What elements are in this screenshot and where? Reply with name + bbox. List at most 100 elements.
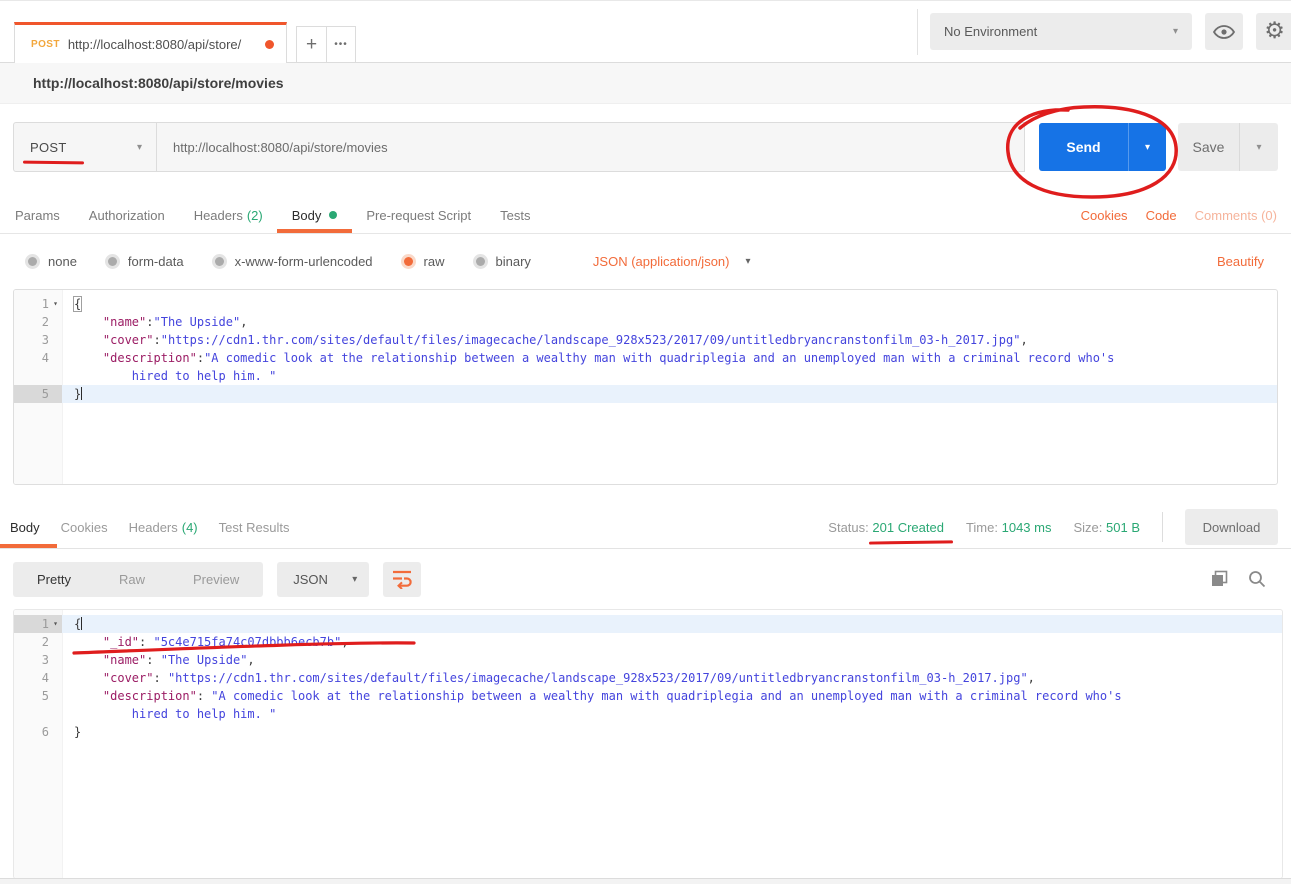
response-tab-headers[interactable]: Headers (4) — [129, 506, 198, 548]
gear-icon: ⚙ — [1264, 20, 1285, 43]
unsaved-indicator-dot — [265, 40, 274, 49]
copy-icon[interactable] — [1209, 569, 1229, 589]
tab-label: Headers — [194, 208, 243, 223]
tab-body[interactable]: Body — [292, 197, 338, 233]
line-number-gutter: 5 — [14, 385, 62, 403]
code-line[interactable]: 5 "description": "A comedic look at the … — [14, 687, 1282, 705]
view-raw[interactable]: Raw — [95, 572, 169, 587]
code-line[interactable]: 3 "cover":"https://cdn1.thr.com/sites/de… — [14, 331, 1277, 349]
content-type-selector[interactable]: JSON (application/json) ▾ — [593, 254, 751, 269]
beautify-link[interactable]: Beautify — [1217, 254, 1264, 269]
request-tab-active[interactable]: POST http://localhost:8080/api/store/ — [14, 22, 287, 63]
code-line[interactable]: 2 "_id": "5c4e715fa74c07dbbb6ecb7b", — [14, 633, 1282, 651]
line-number-gutter: 4 — [14, 669, 62, 687]
body-type-raw[interactable]: raw — [401, 254, 445, 269]
status-pair: Status: 201 Created — [828, 520, 944, 535]
tab-label: Cookies — [61, 520, 108, 535]
tab-authorization[interactable]: Authorization — [89, 197, 165, 233]
code-line[interactable]: 1▾{ — [14, 295, 1277, 313]
tab-pre-request-script[interactable]: Pre-request Script — [366, 197, 471, 233]
code-line[interactable]: 4 "cover": "https://cdn1.thr.com/sites/d… — [14, 669, 1282, 687]
response-code-area: 1▾{2 "_id": "5c4e715fa74c07dbbb6ecb7b",3… — [14, 610, 1282, 741]
line-number-gutter: 2 — [14, 313, 62, 331]
chevron-down-icon: ▾ — [745, 256, 750, 267]
chevron-down-icon: ▾ — [1256, 142, 1261, 153]
send-button[interactable]: Send — [1039, 123, 1128, 171]
tab-tests[interactable]: Tests — [500, 197, 530, 233]
tab-count: (4) — [182, 520, 198, 535]
response-view-toolbar: Pretty Raw Preview JSON ▾ — [0, 549, 1291, 609]
radio-label: raw — [424, 254, 445, 269]
response-format-selector[interactable]: JSON ▾ — [277, 562, 369, 597]
window-bottom-edge — [0, 878, 1291, 884]
ellipsis-icon: ••• — [334, 39, 348, 50]
tab-label: Pre-request Script — [366, 208, 471, 223]
environment-selector[interactable]: No Environment ▾ — [930, 13, 1192, 50]
view-pretty[interactable]: Pretty — [13, 572, 95, 587]
body-type-none[interactable]: none — [25, 254, 77, 269]
settings-button[interactable]: ⚙ — [1256, 13, 1291, 50]
line-number-gutter: 4 — [14, 349, 62, 367]
code-line[interactable]: 6} — [14, 723, 1282, 741]
code-line[interactable]: 4 "description":"A comedic look at the r… — [14, 349, 1277, 367]
body-type-binary[interactable]: binary — [473, 254, 531, 269]
tab-label: Headers — [129, 520, 178, 535]
save-button-group: Save ▾ — [1178, 123, 1278, 171]
environment-quick-look-button[interactable] — [1205, 13, 1243, 50]
wrap-text-icon — [391, 569, 413, 589]
new-tab-button[interactable]: + — [297, 27, 326, 62]
tab-count: (2) — [247, 208, 263, 223]
comments-link[interactable]: Comments (0) — [1195, 208, 1277, 223]
text-cursor — [81, 617, 82, 630]
tab-params[interactable]: Params — [15, 197, 60, 233]
code-link[interactable]: Code — [1146, 208, 1177, 223]
size-pair: Size: 501 B — [1073, 520, 1140, 535]
response-tab-cookies[interactable]: Cookies — [61, 506, 108, 548]
tab-label: Test Results — [219, 520, 290, 535]
time-value: 1043 ms — [1002, 520, 1052, 535]
radio-label: form-data — [128, 254, 184, 269]
radio-icon — [473, 254, 488, 269]
postman-app-window: POST http://localhost:8080/api/store/ + … — [0, 0, 1291, 884]
chevron-down-icon: ▾ — [352, 574, 357, 585]
request-title: http://localhost:8080/api/store/movies — [33, 75, 284, 91]
line-number-gutter — [14, 367, 62, 385]
fold-icon[interactable]: ▾ — [49, 295, 62, 313]
body-type-urlencoded[interactable]: x-www-form-urlencoded — [212, 254, 373, 269]
tab-actions: + ••• — [296, 26, 356, 63]
method-selector[interactable]: POST ▾ — [13, 122, 157, 172]
tab-options-button[interactable]: ••• — [326, 27, 355, 62]
response-body-editor[interactable]: 1▾{2 "_id": "5c4e715fa74c07dbbb6ecb7b",3… — [13, 609, 1283, 879]
send-options-button[interactable]: ▾ — [1128, 123, 1166, 171]
url-input[interactable] — [157, 140, 1024, 155]
code-line[interactable]: hired to help him. " — [14, 705, 1282, 723]
body-type-form-data[interactable]: form-data — [105, 254, 184, 269]
tab-label: Body — [292, 208, 322, 223]
cookies-link[interactable]: Cookies — [1081, 208, 1128, 223]
request-body-editor[interactable]: 1▾{2 "name":"The Upside",3 "cover":"http… — [13, 289, 1278, 485]
chevron-down-icon: ▾ — [1173, 26, 1178, 37]
code-line[interactable]: hired to help him. " — [14, 367, 1277, 385]
wrap-lines-button[interactable] — [383, 562, 421, 597]
radio-icon — [212, 254, 227, 269]
fold-icon[interactable]: ▾ — [49, 615, 62, 633]
save-options-button[interactable]: ▾ — [1239, 123, 1278, 171]
size-label: Size: — [1073, 520, 1102, 535]
view-preview[interactable]: Preview — [169, 572, 263, 587]
tab-label: Body — [10, 520, 40, 535]
divider — [917, 9, 918, 55]
code-line[interactable]: 2 "name":"The Upside", — [14, 313, 1277, 331]
content-type-value: JSON (application/json) — [593, 254, 730, 269]
response-tab-body[interactable]: Body — [10, 506, 40, 548]
code-line[interactable]: 3 "name": "The Upside", — [14, 651, 1282, 669]
line-number-gutter: 6 — [14, 723, 62, 741]
download-button[interactable]: Download — [1185, 509, 1278, 545]
tab-label: Params — [15, 208, 60, 223]
code-line[interactable]: 5} — [14, 385, 1277, 403]
code-line[interactable]: 1▾{ — [14, 615, 1282, 633]
url-field-container — [157, 122, 1025, 172]
search-icon[interactable] — [1247, 569, 1267, 589]
save-button[interactable]: Save — [1178, 123, 1239, 171]
tab-headers[interactable]: Headers (2) — [194, 197, 263, 233]
response-tab-test-results[interactable]: Test Results — [219, 506, 290, 548]
